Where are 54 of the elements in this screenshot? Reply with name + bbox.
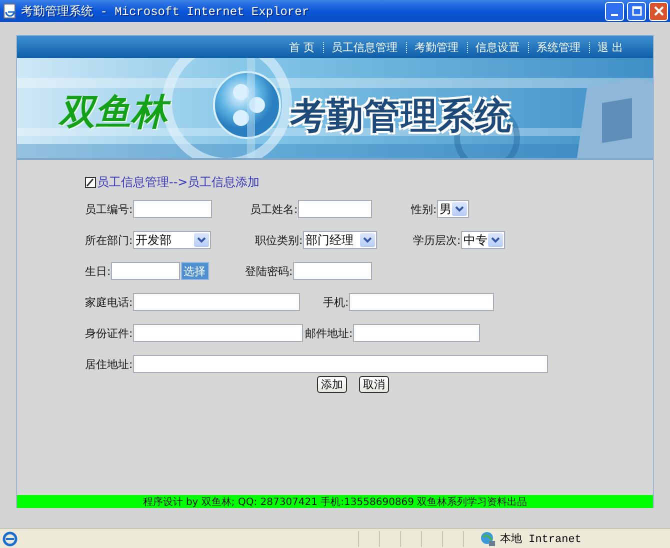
nav-link[interactable]: 考勤管理 [406, 42, 466, 52]
field-label: 登陆密码: [245, 264, 293, 278]
dropdown-value: 男 [440, 200, 452, 218]
page-icon [2, 3, 18, 19]
window-title: 考勤管理系统 - Microsoft Internet Explorer [21, 4, 310, 20]
password-field[interactable] [292, 262, 372, 280]
minimize-icon [611, 14, 618, 16]
footer-text: 程序设计 by 双鱼林; QQ: 287307421 手机:13558690869 双鱼林系列学习资料出品 [142, 496, 528, 508]
field-label: 身份证件: [85, 326, 133, 340]
text-field[interactable] [132, 355, 548, 373]
close-icon [654, 6, 664, 16]
pick-date-button[interactable]: 选择 [180, 262, 209, 280]
field-label: 手机: [323, 294, 349, 310]
dropdown-value: 中专 [464, 232, 488, 248]
nav-link[interactable]: 系统管理 [528, 42, 588, 52]
field-label: 邮件地址: [305, 326, 353, 340]
field-label: 生日: [85, 264, 111, 278]
form-button[interactable]: 添加 [317, 376, 347, 393]
dropdown[interactable]: 男 [436, 200, 469, 218]
field-label: 员工姓名: [250, 202, 298, 216]
dropdown[interactable]: 中专 [460, 231, 505, 249]
text-field[interactable] [352, 324, 480, 342]
field-label: 所在部门: [85, 232, 133, 248]
text-field[interactable] [132, 200, 212, 218]
network-icon [480, 530, 496, 546]
date-field[interactable] [110, 262, 180, 280]
minimize-button[interactable] [605, 2, 624, 20]
close-button[interactable] [649, 2, 668, 20]
text-field[interactable] [298, 200, 372, 218]
zone-label: 本地 Intranet [500, 532, 582, 546]
form-button[interactable]: 取消 [359, 376, 389, 393]
dropdown-value: 部门经理 [306, 232, 354, 248]
field-label: 性别: [411, 202, 437, 216]
nav-link[interactable]: 信息设置 [466, 42, 528, 52]
nav-link[interactable]: 首 页 [281, 42, 322, 52]
maximize-button[interactable] [627, 2, 646, 20]
field-label: 职位类别: [255, 232, 303, 248]
dropdown-value: 开发部 [136, 232, 172, 248]
nav-link[interactable]: 退 出 [588, 42, 631, 52]
text-field[interactable] [348, 293, 494, 311]
maximize-icon [632, 6, 642, 16]
field-label: 学历层次: [413, 232, 461, 248]
edit-icon [85, 176, 96, 188]
field-label: 家庭电话: [85, 294, 133, 310]
field-label: 员工编号: [85, 202, 133, 216]
page-icon [2, 530, 18, 546]
breadcrumb: 员工信息管理-->员工信息添加 [97, 174, 260, 190]
dropdown[interactable]: 开发部 [132, 231, 211, 249]
text-field[interactable] [132, 293, 300, 311]
text-field[interactable] [132, 324, 303, 342]
dropdown[interactable]: 部门经理 [302, 231, 377, 249]
field-label: 居住地址: [85, 356, 133, 372]
banner-title: 考勤管理系统 [290, 95, 512, 139]
nav-link[interactable]: 员工信息管理 [322, 42, 406, 52]
